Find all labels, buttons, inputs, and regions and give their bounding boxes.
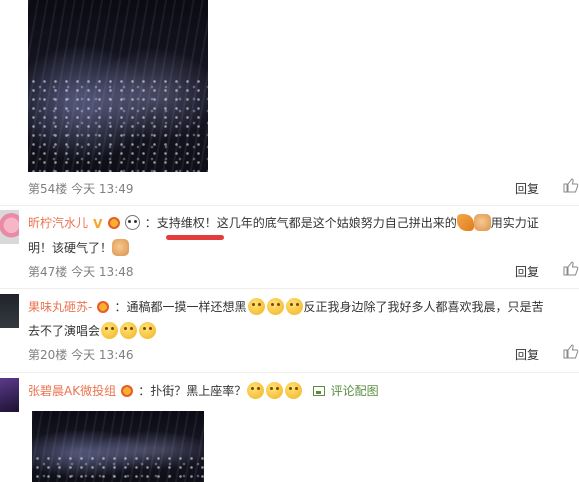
username-link[interactable]: 昕柠汽水儿 bbox=[28, 216, 88, 230]
crowd-lights bbox=[28, 77, 208, 172]
avatar[interactable] bbox=[0, 210, 19, 244]
highlight-underline bbox=[166, 235, 224, 240]
smile-emoji-icon bbox=[285, 382, 303, 399]
panda-emoji-icon bbox=[124, 215, 140, 230]
comment-meta: 第47楼 今天 13:48 bbox=[28, 263, 134, 280]
laughing-crying-emoji-icon bbox=[101, 322, 119, 339]
comment-body-line2: 去不了演唱会 bbox=[28, 320, 157, 339]
comment-text: ：支持维权！这几年的底气都是这个姑娘努力自己拼出来的 bbox=[144, 216, 457, 230]
laughing-crying-emoji-icon bbox=[266, 298, 284, 315]
username-link[interactable]: 果味丸砸苏- bbox=[28, 300, 92, 314]
reply-button[interactable]: 回复 bbox=[515, 263, 539, 280]
thumbs-up-icon[interactable] bbox=[563, 178, 579, 197]
username-link[interactable]: 张碧晨AK微投组 bbox=[28, 384, 116, 398]
fist-emoji-icon bbox=[473, 214, 491, 231]
thumbs-up-icon[interactable] bbox=[563, 344, 579, 363]
comment-body: 昕柠汽水儿 V ：支持维权！这几年的底气都是这个姑娘努力自己拼出来的 用实力证 bbox=[28, 212, 539, 231]
comment-text: ：扑街？黑上座率？ bbox=[138, 384, 247, 398]
vip-badge-icon bbox=[97, 301, 110, 313]
reply-button[interactable]: 回复 bbox=[515, 346, 539, 363]
floor-number: 第54楼 bbox=[28, 182, 68, 196]
divider bbox=[0, 372, 579, 373]
smile-emoji-icon bbox=[266, 382, 284, 399]
crowd-lights bbox=[32, 453, 204, 482]
comment-image-top[interactable] bbox=[28, 0, 208, 172]
comment-text-line2: 明！该硬气了！ bbox=[28, 241, 113, 255]
divider bbox=[0, 205, 579, 206]
laughing-crying-emoji-icon bbox=[247, 298, 265, 315]
laughing-crying-emoji-icon bbox=[120, 322, 138, 339]
comment-time: 今天 13:49 bbox=[71, 182, 134, 196]
comment-text-cont: 反正我身边除了我好多人都喜欢我晨，只是苦 bbox=[303, 300, 544, 314]
avatar[interactable] bbox=[0, 378, 19, 412]
comment-text: ：通稿都一摸一样还想黑 bbox=[114, 300, 247, 314]
comment-body: 果味丸砸苏- ：通稿都一摸一样还想黑 反正我身边除了我好多人都喜欢我晨，只是苦 bbox=[28, 296, 544, 315]
comment-time: 今天 13:46 bbox=[71, 348, 134, 362]
laughing-crying-emoji-icon bbox=[285, 298, 303, 315]
picture-icon bbox=[313, 386, 326, 396]
avatar[interactable] bbox=[0, 294, 19, 328]
vip-badge-icon bbox=[107, 217, 120, 229]
v-verified-icon: V bbox=[93, 217, 103, 231]
comment-time: 今天 13:48 bbox=[71, 265, 134, 279]
floor-number: 第47楼 bbox=[28, 265, 68, 279]
muscle-emoji-icon bbox=[456, 214, 474, 231]
comment-body-line2: 明！该硬气了！ bbox=[28, 237, 130, 256]
reply-button[interactable]: 回复 bbox=[515, 180, 539, 197]
comment-image-bottom[interactable] bbox=[32, 411, 204, 482]
floor-number: 第20楼 bbox=[28, 348, 68, 362]
vip-badge-icon bbox=[121, 385, 134, 397]
thumbs-up-icon[interactable] bbox=[563, 261, 579, 280]
laughing-crying-emoji-icon bbox=[139, 322, 157, 339]
smile-emoji-icon bbox=[247, 382, 265, 399]
fist-emoji-icon bbox=[112, 239, 130, 256]
divider bbox=[0, 288, 579, 289]
comment-text-cont: 用实力证 bbox=[490, 216, 539, 230]
comment-text-line2: 去不了演唱会 bbox=[28, 324, 101, 338]
comment-meta: 第54楼 今天 13:49 bbox=[28, 180, 134, 197]
comment-body: 张碧晨AK微投组 ：扑街？黑上座率？ 评论配图 bbox=[28, 380, 379, 399]
comment-picture-link[interactable]: 评论配图 bbox=[331, 384, 379, 398]
comment-meta: 第20楼 今天 13:46 bbox=[28, 346, 134, 363]
